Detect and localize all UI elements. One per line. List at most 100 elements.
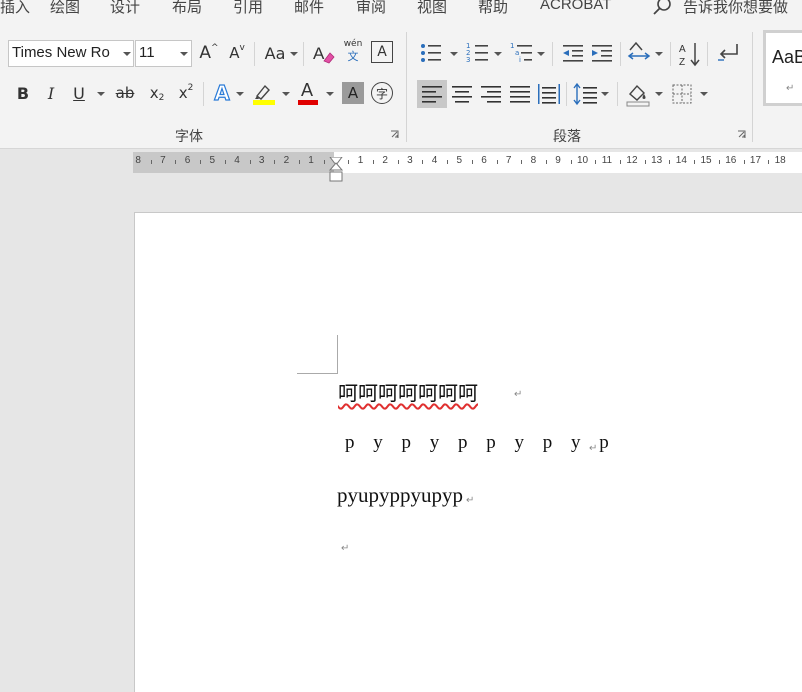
ruler-tick — [373, 160, 375, 164]
line-3-text: pyupyppyupyp — [337, 483, 463, 507]
highlighter-icon — [253, 84, 275, 105]
ruler-tick — [570, 160, 572, 164]
distributed-button[interactable] — [535, 80, 563, 108]
document-line-2[interactable]: p y p y p p y p y p — [345, 432, 616, 454]
group-separator — [752, 32, 753, 142]
tab-references[interactable]: 引用 — [233, 0, 263, 17]
ruler-tick — [274, 160, 276, 164]
ruler-number: 2 — [382, 155, 388, 166]
font-color-button[interactable]: A — [296, 80, 320, 106]
svg-text:i: i — [519, 56, 521, 64]
enclose-characters-button[interactable]: 字 — [371, 82, 393, 104]
decrease-indent-button[interactable] — [560, 40, 586, 66]
chevron-down-icon[interactable] — [282, 92, 290, 96]
shading-button[interactable] — [624, 80, 652, 108]
highlight-button[interactable] — [251, 80, 277, 106]
chevron-down-icon[interactable] — [236, 92, 244, 96]
character-border-button[interactable]: A — [371, 41, 393, 63]
change-case-label: Aa — [264, 43, 286, 63]
font-size-value: 11 — [139, 44, 155, 61]
svg-text:1: 1 — [510, 42, 514, 50]
chevron-down-icon[interactable] — [655, 92, 663, 96]
text-effects-button[interactable]: A — [210, 80, 234, 106]
dialog-launcher-icon[interactable] — [390, 130, 399, 139]
tab-layout[interactable]: 布局 — [172, 0, 202, 17]
chevron-down-icon[interactable] — [180, 52, 188, 56]
ruler-number: 5 — [209, 155, 216, 166]
chevron-down-icon[interactable] — [450, 52, 458, 56]
ruler-number: 2 — [283, 155, 290, 166]
phonetic-guide-button[interactable]: wén 文 — [341, 39, 365, 67]
chevron-down-icon[interactable] — [290, 52, 298, 56]
character-shading-label: A — [347, 84, 359, 102]
tab-mailings[interactable]: 邮件 — [294, 0, 324, 17]
separator — [203, 82, 204, 106]
ruler-tick — [644, 160, 646, 164]
lightbulb-search-icon[interactable] — [652, 0, 674, 22]
clear-formatting-button[interactable]: A — [310, 40, 336, 66]
horizontal-ruler[interactable]: 8 7 6 5 4 3 2 1 1 2 3 4 5 6 7 8 9 10 11 12 13 14 15 16 17 18 — [133, 152, 802, 182]
tab-help[interactable]: 帮助 — [478, 0, 508, 17]
chevron-down-icon[interactable] — [655, 52, 663, 56]
sort-button[interactable]: A Z — [677, 40, 703, 68]
tab-acrobat[interactable]: ACROBAT — [540, 0, 611, 13]
tell-me-input[interactable]: 告诉我你想要做 — [683, 0, 788, 17]
bullets-button[interactable] — [418, 40, 444, 66]
margin-crop-mark — [297, 335, 338, 374]
chevron-down-icon[interactable] — [326, 92, 334, 96]
font-name-box[interactable]: Times New Ro — [8, 40, 134, 67]
italic-button[interactable]: I — [40, 80, 62, 106]
grow-font-button[interactable]: A ^ — [198, 40, 220, 66]
subscript-button[interactable]: x2 — [146, 80, 168, 106]
paragraph-mark: ↵ — [466, 495, 475, 506]
separator — [566, 82, 567, 106]
superscript-button[interactable]: x2 — [175, 80, 197, 106]
ruler-tick — [743, 160, 745, 164]
change-case-button[interactable]: Aa — [260, 40, 290, 66]
chevron-down-icon[interactable] — [537, 52, 545, 56]
chevron-down-icon[interactable] — [601, 92, 609, 96]
show-formatting-button[interactable] — [715, 40, 741, 66]
multilevel-list-button[interactable]: 1ai — [509, 40, 535, 66]
align-right-button[interactable] — [477, 80, 505, 108]
subscript-label: x — [149, 84, 159, 102]
dialog-launcher-icon[interactable] — [737, 130, 746, 139]
tab-draw[interactable]: 绘图 — [50, 0, 80, 17]
line-spacing-button[interactable] — [572, 80, 600, 108]
chevron-down-icon[interactable] — [123, 52, 131, 56]
chinese-layout-button[interactable] — [627, 40, 653, 66]
style-paragraph-mark: ↵ — [786, 83, 795, 94]
character-shading-button[interactable]: A — [342, 82, 364, 104]
numbering-button[interactable]: 123 — [465, 40, 491, 66]
strikethrough-button[interactable]: ab — [112, 80, 138, 106]
document-line-3[interactable]: pyupyppyupyp — [337, 483, 463, 508]
tab-review[interactable]: 审阅 — [356, 0, 386, 17]
chevron-down-icon[interactable] — [700, 92, 708, 96]
tab-insert[interactable]: 插入 — [0, 0, 30, 17]
line-1-text: 呵呵呵呵呵呵呵 — [338, 381, 478, 405]
chevron-down-icon[interactable] — [97, 92, 105, 96]
hanging-indent-marker[interactable] — [328, 162, 344, 186]
ruler-tick — [496, 160, 498, 164]
document-line-1[interactable]: 呵呵呵呵呵呵呵 — [338, 377, 478, 406]
ruler-tick — [694, 160, 696, 164]
align-left-button[interactable] — [417, 80, 447, 108]
increase-indent-button[interactable] — [589, 40, 615, 66]
align-center-button[interactable] — [448, 80, 476, 108]
chevron-down-icon[interactable] — [494, 52, 502, 56]
font-color-swatch — [298, 100, 318, 105]
enclose-characters-label: 字 — [375, 86, 388, 101]
multilevel-list-icon: 1ai — [510, 42, 532, 64]
justify-icon — [510, 86, 530, 103]
bold-button[interactable]: B — [12, 80, 34, 106]
ruler-number: 7 — [505, 155, 512, 166]
shrink-font-button[interactable]: Av — [226, 40, 248, 66]
borders-button[interactable] — [669, 80, 697, 108]
style-normal-item[interactable]: AaB ↵ — [763, 30, 802, 106]
justify-button[interactable] — [506, 80, 534, 108]
tab-view[interactable]: 视图 — [417, 0, 447, 17]
tab-design[interactable]: 设计 — [110, 0, 140, 17]
underline-button[interactable]: U — [68, 80, 90, 106]
document-page[interactable]: 呵呵呵呵呵呵呵 ↵ p y p y p p y p y p ↵ pyupyppy… — [134, 212, 802, 692]
ruler-number: 3 — [258, 155, 265, 166]
